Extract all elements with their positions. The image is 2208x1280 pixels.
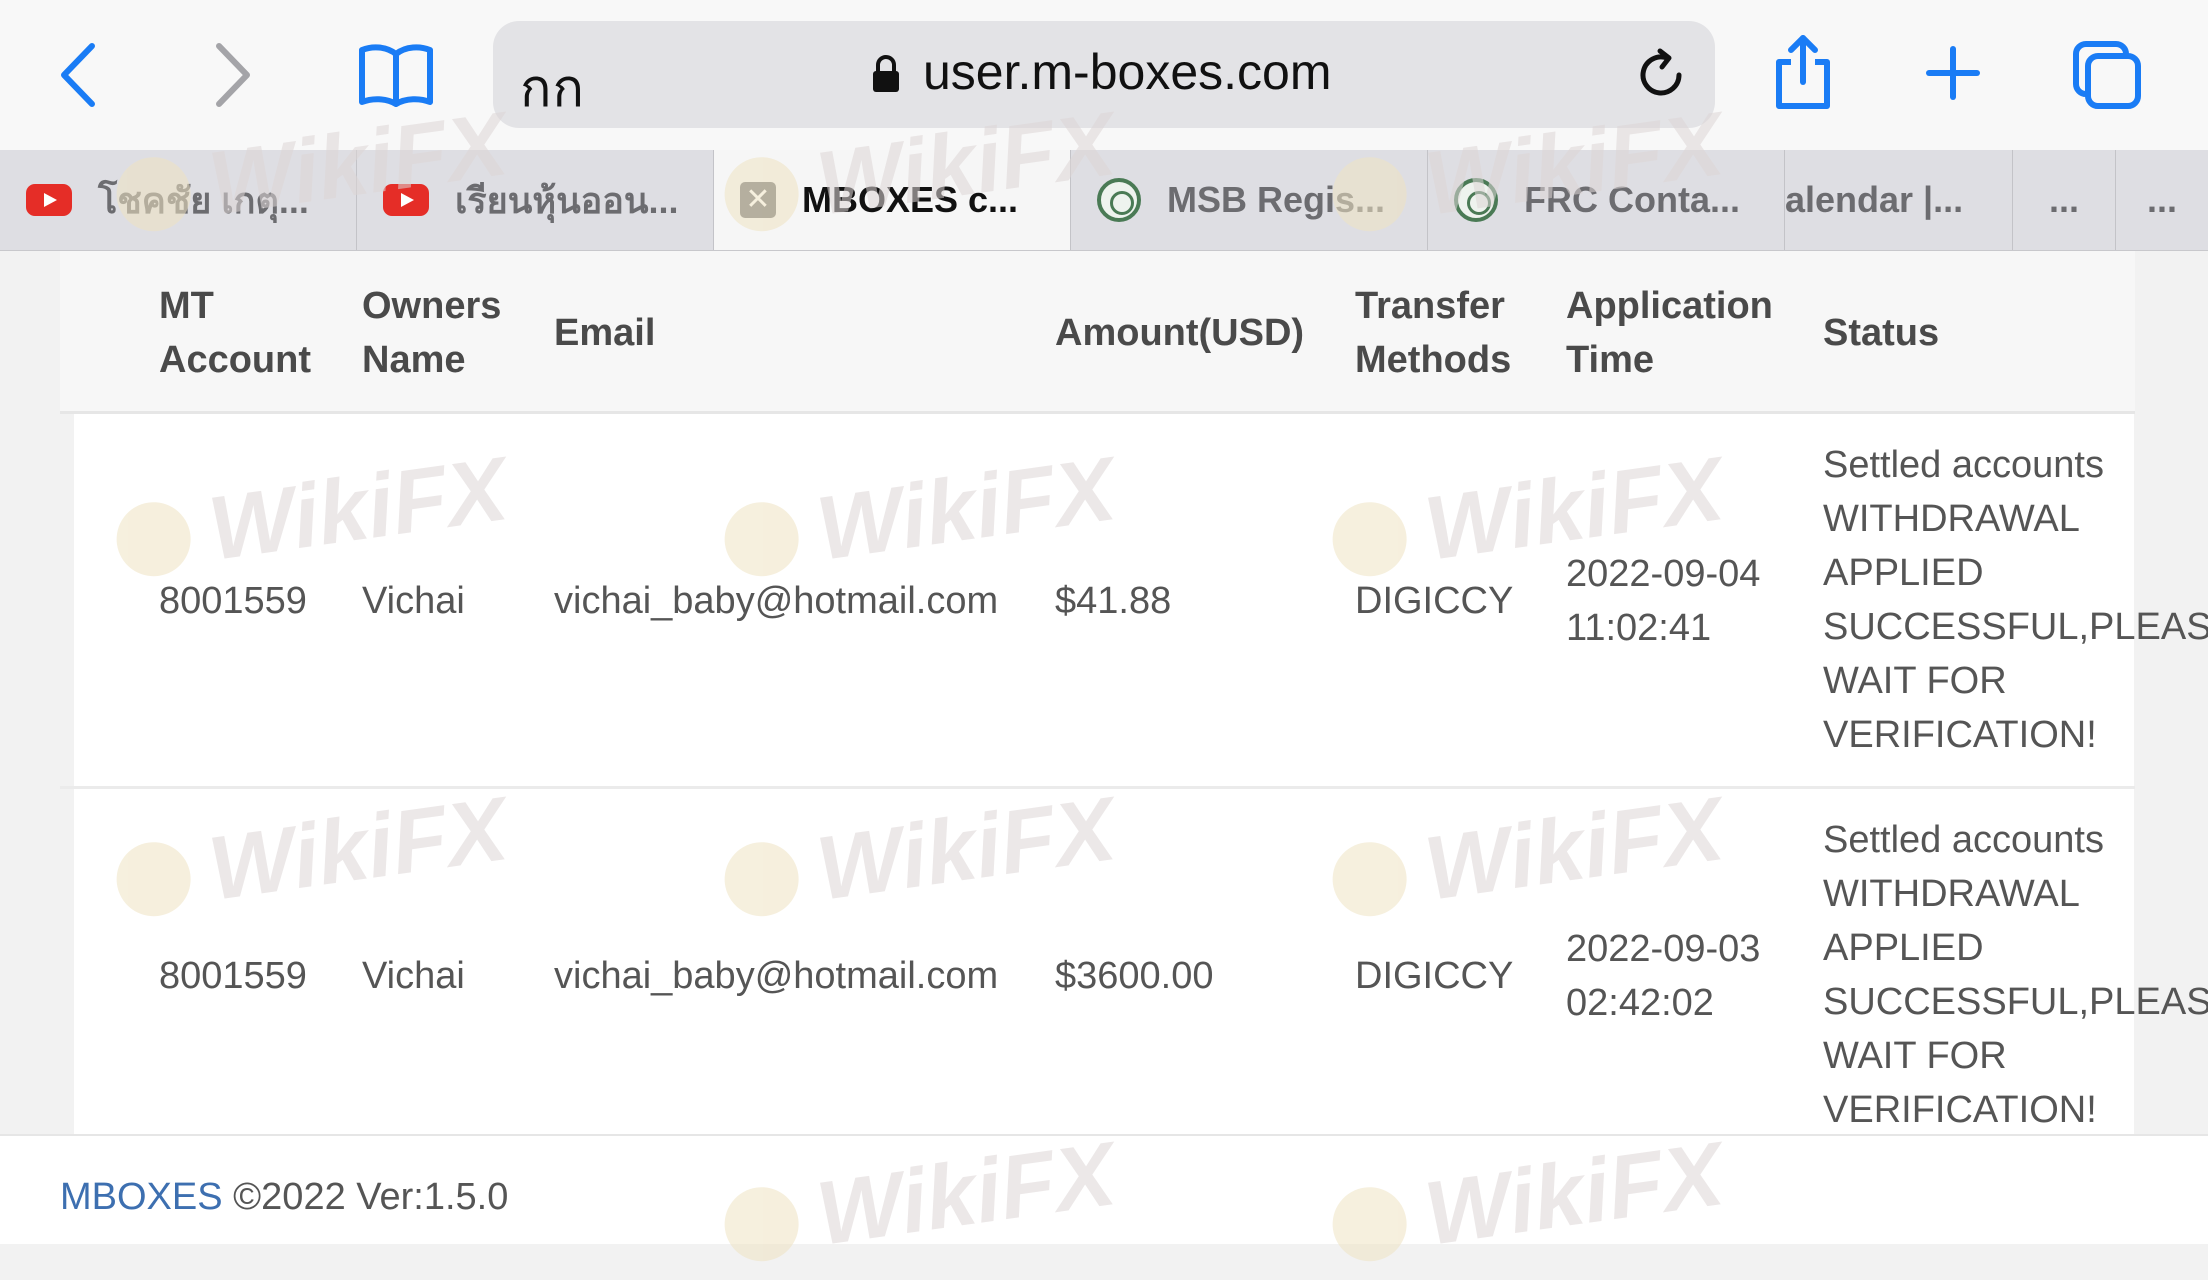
cell-amount: $41.88 [1055,580,1172,622]
lock-icon [871,54,901,99]
tabs-overview-icon[interactable] [2072,40,2142,110]
tab-5[interactable]: FRC Conta... [1428,150,1785,250]
cell-transfer-method: DIGICCY [1355,955,1514,997]
cell-email: vichai_baby@hotmail.com [554,955,999,997]
cell-status: Settled accounts WITHDRAWAL APPLIED SUCC… [1823,444,2208,756]
text-size-button[interactable]: กก [520,46,585,129]
youtube-icon [26,184,72,216]
cell-mt-account: 8001559 [159,580,307,622]
tab-8[interactable]: ... [2116,150,2208,250]
tab-2[interactable]: เรียนหุ้นออน... [357,150,714,250]
header-status: Status [1823,312,1940,354]
forward-icon[interactable] [213,42,253,108]
header-owners-name: Owners Name [362,285,502,381]
share-icon[interactable] [1773,34,1833,110]
tab-title: MBOXES c... [802,179,1019,220]
header-amount: Amount(USD) [1055,312,1305,354]
tab-title: ... [2048,179,2079,220]
seal-icon [1454,178,1498,222]
footer-version: ©2022 Ver:1.5.0 [233,1176,509,1218]
header-transfer-methods: Transfer Methods [1355,285,1512,381]
page-footer: MBOXES ©2022 Ver:1.5.0 [0,1134,2208,1244]
tab-1[interactable]: โชคชัย เกตุ... [0,150,357,250]
close-tab-icon[interactable]: ✕ [740,182,776,218]
cell-amount: $3600.00 [1055,955,1214,997]
tab-4[interactable]: MSB Regis... [1071,150,1428,250]
cell-application-time: 2022-09-04 11:02:41 [1566,553,1761,649]
header-application-time: Application Time [1566,285,1773,381]
table-header: MT Account Owners Name Email Amount(USD) T… [60,251,2135,414]
cell-owners-name: Vichai [362,955,465,997]
cell-application-time: 2022-09-03 02:42:02 [1566,928,1761,1024]
address-bar[interactable]: กก user.m-boxes.com [493,21,1715,128]
footer-text: MBOXES ©2022 Ver:1.5.0 [60,1176,508,1219]
cell-transfer-method: DIGICCY [1355,580,1514,622]
cell-owners-name: Vichai [362,580,465,622]
new-tab-icon[interactable] [1925,45,1981,101]
tab-title: FRC Conta... [1524,179,1740,220]
tab-7[interactable]: ... [2013,150,2116,250]
back-icon[interactable] [58,42,98,108]
cell-status: Settled accounts WITHDRAWAL APPLIED SUCC… [1823,819,2208,1131]
browser-toolbar: กก user.m-boxes.com [0,0,2208,150]
table-row: 8001559 Vichai vichai_baby@hotmail.com $… [60,414,2208,789]
bookmarks-icon[interactable] [358,42,434,108]
header-email: Email [554,312,656,354]
page-content: MT Account Owners Name Email Amount(USD) T… [0,251,2208,1164]
tab-bar: โชคชัย เกตุ... เรียนหุ้นออน... ✕ MBOXES … [0,150,2208,251]
tab-title: โชคชัย เกตุ... [98,179,309,221]
youtube-icon [383,184,429,216]
tab-title: MSB Regis... [1167,179,1386,220]
cell-mt-account: 8001559 [159,955,307,997]
header-mt-account: MT Account [159,285,311,381]
url-text: user.m-boxes.com [923,44,1332,100]
tab-title: เรียนหุ้นออน... [455,179,679,221]
tab-title: alendar |... [1785,179,1964,220]
tab-title: ... [2146,179,2177,220]
seal-icon [1097,178,1141,222]
tab-6[interactable]: alendar |... [1785,150,2013,250]
footer-brand-link[interactable]: MBOXES [60,1176,223,1218]
reload-icon[interactable] [1633,47,1689,108]
tab-3-active[interactable]: ✕ MBOXES c... [714,150,1071,250]
cell-email: vichai_baby@hotmail.com [554,580,999,622]
table-row: 8001559 Vichai vichai_baby@hotmail.com $… [60,789,2208,1164]
